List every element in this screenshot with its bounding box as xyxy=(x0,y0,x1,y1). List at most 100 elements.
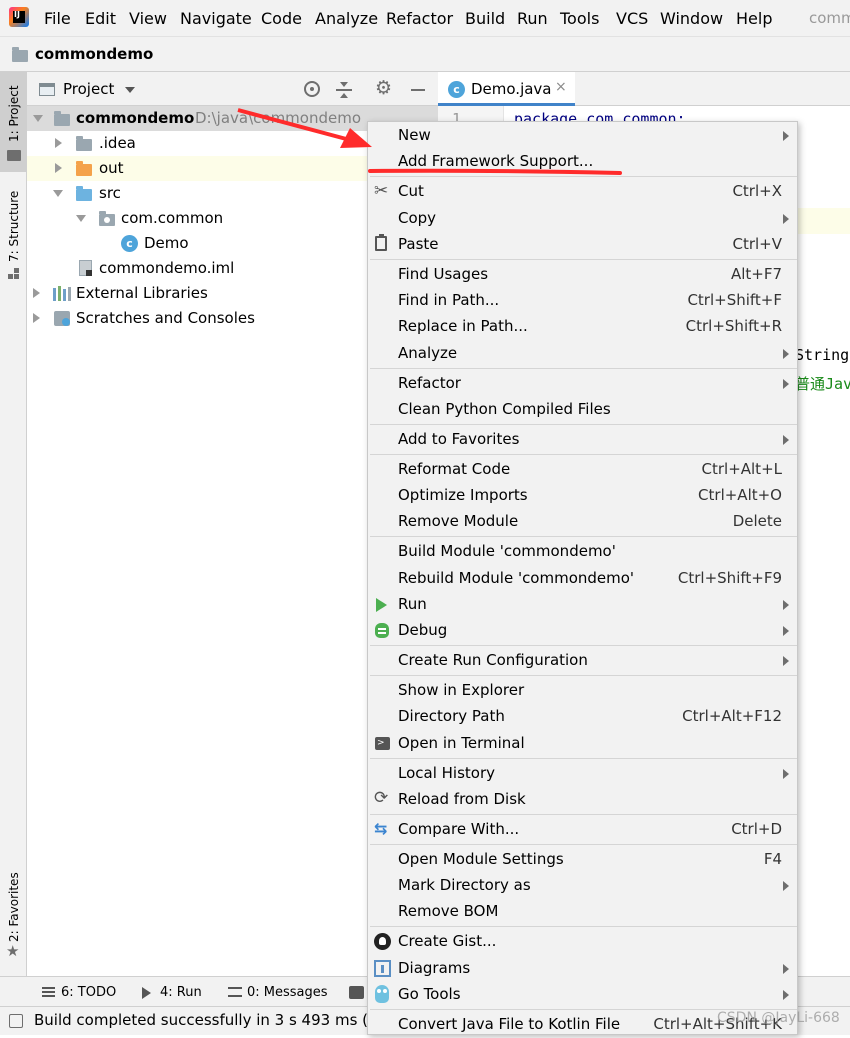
tree-label: .idea xyxy=(99,134,136,152)
menu-separator xyxy=(370,424,797,426)
menu-item-add-to-favorites[interactable]: Add to Favorites xyxy=(368,427,797,453)
menu-item-mark-directory-as[interactable]: Mark Directory as xyxy=(368,873,797,899)
menu-help[interactable]: Help xyxy=(736,9,772,28)
menu-item-debug[interactable]: Debug xyxy=(368,618,797,644)
menu-item-optimize-imports[interactable]: Optimize Imports Ctrl+Alt+O xyxy=(368,483,797,509)
menu-item-local-history[interactable]: Local History xyxy=(368,761,797,787)
watermark: CSDN @JayLi-668 xyxy=(717,1010,840,1026)
menu-code[interactable]: Code xyxy=(261,9,302,28)
menu-item-find-usages[interactable]: Find Usages Alt+F7 xyxy=(368,262,797,288)
menu-item-new[interactable]: New xyxy=(368,123,797,149)
menu-item-shortcut: Ctrl+Alt+F12 xyxy=(682,707,782,725)
menu-item-shortcut: Ctrl+Alt+O xyxy=(698,486,782,504)
tree-label: commondemo.iml xyxy=(99,259,235,277)
menu-item-label: Clean Python Compiled Files xyxy=(398,400,611,418)
menu-tools[interactable]: Tools xyxy=(560,9,599,28)
diagram-icon xyxy=(374,960,391,977)
caret-row-highlight xyxy=(798,208,850,234)
menu-item-label: Create Run Configuration xyxy=(398,651,588,669)
submenu-arrow-icon xyxy=(783,881,789,891)
submenu-arrow-icon xyxy=(783,131,789,141)
close-icon[interactable]: × xyxy=(555,79,567,95)
menu-separator xyxy=(370,814,797,816)
menu-file[interactable]: File xyxy=(44,9,71,28)
code-fragment: 普通Jav xyxy=(795,375,850,393)
menu-item-compare-with[interactable]: ⇆ Compare With... Ctrl+D xyxy=(368,817,797,843)
menu-item-cut[interactable]: ✂ Cut Ctrl+X xyxy=(368,179,797,205)
menu-item-copy[interactable]: Copy xyxy=(368,206,797,232)
menu-item-remove-bom[interactable]: Remove BOM xyxy=(368,899,797,925)
menu-item-label: Convert Java File to Kotlin File xyxy=(398,1015,621,1033)
expand-arrow-icon[interactable] xyxy=(53,190,63,197)
menu-item-diagrams[interactable]: Diagrams xyxy=(368,956,797,982)
menu-navigate[interactable]: Navigate xyxy=(180,9,252,28)
menu-item-show-in-explorer[interactable]: Show in Explorer xyxy=(368,678,797,704)
project-panel-title[interactable]: Project xyxy=(63,80,114,98)
menu-item-analyze[interactable]: Analyze xyxy=(368,341,797,367)
collapse-arrow-icon[interactable] xyxy=(55,138,62,148)
menu-item-create-run-configuration[interactable]: Create Run Configuration xyxy=(368,648,797,674)
submenu-arrow-icon xyxy=(783,379,789,389)
collapse-all-icon[interactable] xyxy=(336,82,352,98)
tab-todo[interactable]: 6: TODO xyxy=(61,985,116,1000)
menu-item-reformat-code[interactable]: Reformat Code Ctrl+Alt+L xyxy=(368,457,797,483)
menu-item-open-module-settings[interactable]: Open Module Settings F4 xyxy=(368,847,797,873)
tree-path: D:\java\commondemo xyxy=(195,109,362,127)
menu-item-add-framework-support[interactable]: Add Framework Support... xyxy=(368,149,797,175)
breadcrumb-project[interactable]: commondemo xyxy=(35,45,153,63)
menu-item-directory-path[interactable]: Directory Path Ctrl+Alt+F12 xyxy=(368,704,797,730)
menu-item-shortcut: Ctrl+Shift+F9 xyxy=(677,569,782,587)
menu-item-run[interactable]: Run xyxy=(368,592,797,618)
menu-item-label: Replace in Path... xyxy=(398,317,528,335)
tab-messages[interactable]: 0: Messages xyxy=(247,985,328,1000)
menu-window[interactable]: Window xyxy=(660,9,723,28)
menu-item-label: Add Framework Support... xyxy=(398,152,594,170)
menu-item-refactor[interactable]: Refactor xyxy=(368,371,797,397)
menu-item-replace-in-path[interactable]: Replace in Path... Ctrl+Shift+R xyxy=(368,314,797,340)
tab-run[interactable]: 4: Run xyxy=(160,985,202,1000)
menu-view[interactable]: View xyxy=(129,9,167,28)
menu-item-label: Optimize Imports xyxy=(398,486,528,504)
menu-item-find-in-path[interactable]: Find in Path... Ctrl+Shift+F xyxy=(368,288,797,314)
menu-item-reload-from-disk[interactable]: ⟳ Reload from Disk xyxy=(368,787,797,813)
menu-item-open-in-terminal[interactable]: > Open in Terminal xyxy=(368,731,797,757)
menu-run[interactable]: Run xyxy=(517,9,548,28)
collapse-arrow-icon[interactable] xyxy=(33,313,40,323)
menu-edit[interactable]: Edit xyxy=(85,9,116,28)
collapse-arrow-icon[interactable] xyxy=(55,163,62,173)
menu-vcs[interactable]: VCS xyxy=(616,9,648,28)
menu-item-label: Refactor xyxy=(398,374,461,392)
tab-structure[interactable]: 7: Structure xyxy=(0,182,27,282)
menu-analyze[interactable]: Analyze xyxy=(315,9,378,28)
locate-icon[interactable] xyxy=(304,81,320,97)
menu-item-build-module[interactable]: Build Module 'commondemo' xyxy=(368,539,797,565)
expand-arrow-icon[interactable] xyxy=(76,215,86,222)
run-tab-icon xyxy=(142,987,151,999)
menu-item-rebuild-module[interactable]: Rebuild Module 'commondemo' Ctrl+Shift+F9 xyxy=(368,566,797,592)
menu-item-label: Cut xyxy=(398,182,424,200)
menu-item-shortcut: Ctrl+Shift+F xyxy=(687,291,782,309)
menu-item-shortcut: Alt+F7 xyxy=(730,265,782,283)
minimize-icon[interactable] xyxy=(411,89,425,91)
menu-bar: IJ File Edit View Navigate Code Analyze … xyxy=(0,0,850,36)
menu-item-create-gist[interactable]: Create Gist... xyxy=(368,929,797,955)
status-toggle-icon[interactable] xyxy=(9,1014,23,1028)
menu-item-label: Debug xyxy=(398,621,448,639)
menu-separator xyxy=(370,645,797,647)
tab-favorites[interactable]: 2: Favorites ★ xyxy=(0,862,27,972)
expand-arrow-icon[interactable] xyxy=(33,115,43,122)
menu-item-clean-python[interactable]: Clean Python Compiled Files xyxy=(368,397,797,423)
menu-item-shortcut: Ctrl+D xyxy=(731,820,782,838)
menu-item-label: Open in Terminal xyxy=(398,734,525,752)
collapse-arrow-icon[interactable] xyxy=(33,288,40,298)
menu-item-remove-module[interactable]: Remove Module Delete xyxy=(368,509,797,535)
terminal-tab-icon[interactable] xyxy=(349,986,364,999)
menu-item-paste[interactable]: Paste Ctrl+V xyxy=(368,232,797,258)
menu-refactor[interactable]: Refactor xyxy=(386,9,453,28)
tab-demo-java[interactable]: c Demo.java × xyxy=(438,72,575,106)
menu-build[interactable]: Build xyxy=(465,9,505,28)
chevron-down-icon[interactable] xyxy=(125,87,135,93)
menu-item-go-tools[interactable]: Go Tools xyxy=(368,982,797,1008)
tab-project[interactable]: 1: Project xyxy=(0,72,27,172)
gear-icon[interactable]: ⚙ xyxy=(375,77,392,99)
